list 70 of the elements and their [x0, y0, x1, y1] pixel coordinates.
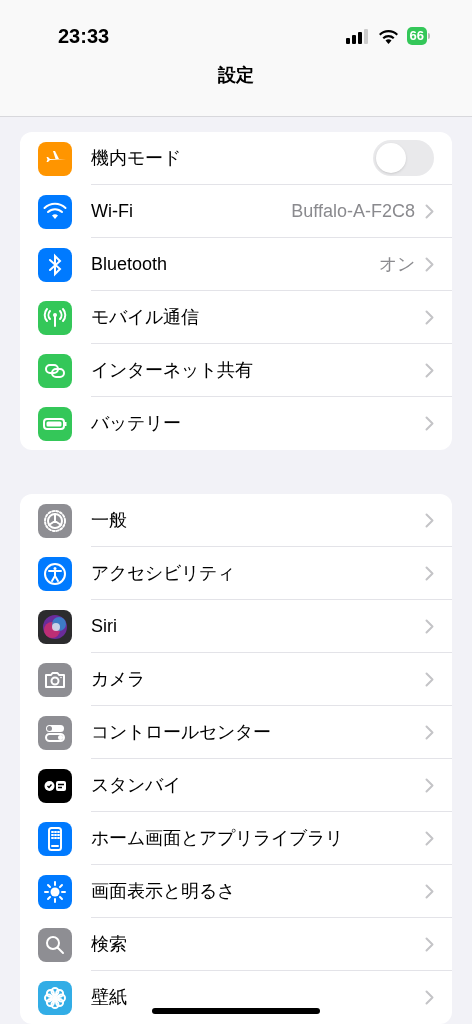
chevron-icon — [425, 512, 434, 528]
row-label: モバイル通信 — [91, 305, 200, 329]
settings-row[interactable]: スタンバイ — [20, 759, 452, 812]
chevron-icon — [425, 990, 434, 1005]
row-label: コントロールセンター — [91, 720, 272, 744]
flower-icon — [38, 980, 72, 1015]
chevron-icon — [425, 883, 434, 899]
row-value: Buffalo-A-F2C8 — [291, 199, 415, 223]
chevron-icon — [425, 830, 434, 846]
row-label: 機内モード — [91, 146, 182, 170]
settings-row[interactable]: Wi-Fi Buffalo-A-F2C8 — [20, 185, 452, 238]
row-label: 一般 — [91, 508, 128, 532]
settings-row[interactable]: バッテリー — [20, 397, 452, 450]
chevron-icon — [425, 671, 434, 687]
settings-row[interactable]: 画面表示と明るさ — [20, 865, 452, 918]
orb-icon — [38, 609, 72, 644]
battery-icon — [38, 406, 72, 441]
settings-row[interactable]: ホーム画面とアプリライブラリ — [20, 812, 452, 865]
search-icon — [38, 927, 72, 962]
chevron-icon — [425, 309, 434, 325]
chevron-icon — [425, 724, 434, 740]
chevron-icon — [425, 618, 434, 634]
settings-row[interactable]: Siri — [20, 600, 452, 653]
accessibility-icon — [38, 556, 72, 591]
wifi-icon — [38, 194, 72, 229]
settings-row[interactable]: 一般 — [20, 494, 452, 547]
wifi-icon — [377, 28, 399, 44]
clock-widget-icon — [38, 768, 72, 803]
settings-row[interactable]: アクセシビリティ — [20, 547, 452, 600]
chevron-icon — [425, 416, 434, 431]
sun-icon — [38, 874, 72, 909]
phone-grid-icon — [38, 821, 72, 856]
row-label: Wi-Fi — [91, 199, 134, 223]
chevron-icon — [425, 565, 434, 581]
gear-icon — [38, 503, 72, 538]
row-label: 画面表示と明るさ — [91, 879, 236, 903]
settings-row[interactable]: Bluetooth オン — [20, 238, 452, 291]
row-label: Bluetooth — [91, 252, 169, 276]
settings-row[interactable]: インターネット共有 — [20, 344, 452, 397]
link-icon — [38, 353, 72, 388]
airplane-icon — [38, 141, 72, 176]
row-label: インターネット共有 — [91, 358, 254, 382]
status-time: 23:33 — [58, 24, 110, 49]
switches-icon — [38, 715, 72, 750]
signal-icon — [345, 28, 370, 44]
chevron-icon — [425, 362, 434, 378]
row-label: バッテリー — [91, 412, 182, 435]
row-label: スタンバイ — [91, 773, 182, 797]
camera-icon — [38, 662, 72, 697]
screen-title: 設定 — [218, 64, 254, 87]
chevron-icon — [425, 203, 434, 219]
bluetooth-icon — [38, 247, 72, 282]
antenna-icon — [38, 300, 72, 335]
row-label: カメラ — [91, 667, 146, 691]
settings-row[interactable]: モバイル通信 — [20, 291, 452, 344]
row-label: 検索 — [91, 932, 128, 956]
row-value: オン — [379, 252, 415, 276]
settings-row[interactable]: 検索 — [20, 918, 452, 971]
chevron-icon — [425, 777, 434, 793]
row-label: 壁紙 — [91, 986, 128, 1009]
settings-row[interactable]: カメラ — [20, 653, 452, 706]
toggle-switch[interactable] — [373, 140, 434, 176]
settings-row[interactable]: 機内モード — [20, 132, 452, 185]
row-label: ホーム画面とアプリライブラリ — [91, 826, 344, 850]
chevron-icon — [425, 256, 434, 272]
battery-indicator: 66 — [406, 27, 430, 45]
row-label: Siri — [91, 614, 118, 638]
settings-row[interactable]: コントロールセンター — [20, 706, 452, 759]
chevron-icon — [425, 936, 434, 952]
row-label: アクセシビリティ — [91, 561, 236, 585]
